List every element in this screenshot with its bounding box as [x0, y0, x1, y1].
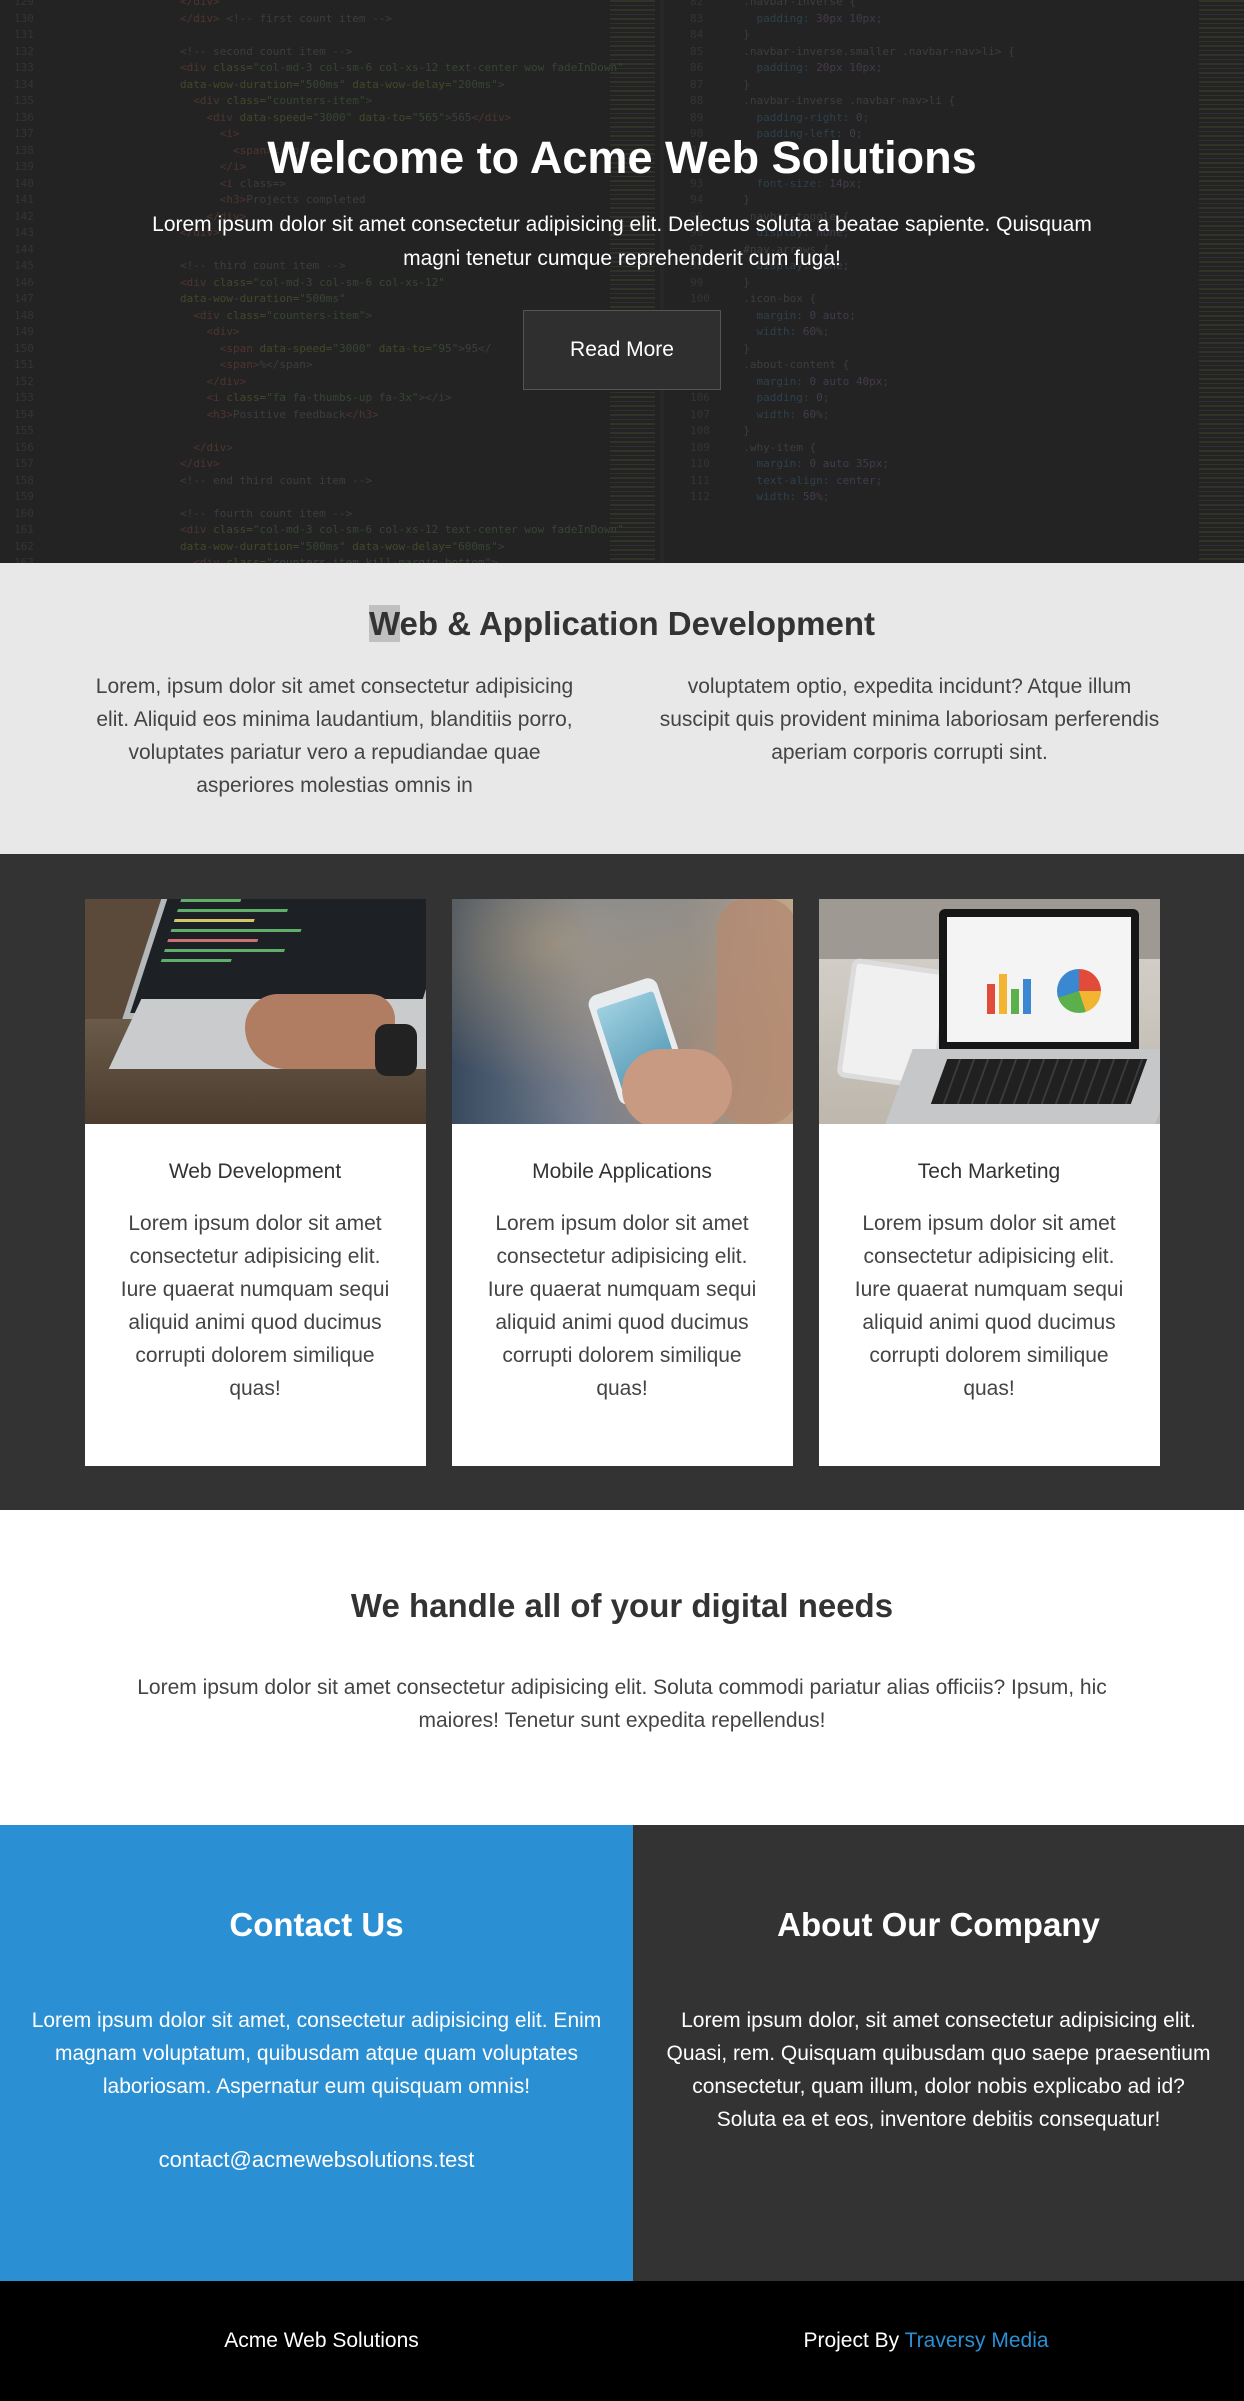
services-intro-heading: Web & Application Development: [0, 563, 1244, 648]
card-text: Lorem ipsum dolor sit amet consectetur a…: [120, 1212, 390, 1400]
selected-text-highlight: W: [368, 605, 400, 642]
card-mobile-applications: Mobile Applications Lorem ipsum dolor si…: [451, 899, 793, 1466]
services-intro-text-left: Lorem, ipsum dolor sit amet consectetur …: [95, 675, 574, 797]
smartphone-in-hands-image: [451, 899, 793, 1124]
digital-needs-section: We handle all of your digital needs Lore…: [0, 1510, 1244, 1825]
contact-panel: Contact Us Lorem ipsum dolor sit amet, c…: [0, 1825, 633, 2281]
about-text: Lorem ipsum dolor, sit amet consectetur …: [666, 2009, 1211, 2131]
contact-heading: Contact Us: [229, 1906, 404, 1943]
hero-content: Welcome to Acme Web Solutions Lorem ipsu…: [0, 0, 1244, 390]
card-title: Tech Marketing: [917, 1160, 1061, 1183]
footer-company: Acme Web Solutions: [224, 2329, 419, 2352]
services-intro-section: Web & Application Development Lorem, ips…: [0, 563, 1244, 854]
hero-title: Welcome to Acme Web Solutions: [267, 132, 977, 183]
card-web-development: Web Development Lorem ipsum dolor sit am…: [84, 899, 426, 1466]
laptop-coding-image: [84, 899, 426, 1124]
about-panel: About Our Company Lorem ipsum dolor, sit…: [633, 1825, 1244, 2281]
hero-section: 129 130 131 132 133 134 135 136 137 138 …: [0, 0, 1244, 563]
card-title: Web Development: [168, 1160, 342, 1183]
footer: Acme Web Solutions Project By Traversy M…: [0, 2281, 1244, 2401]
services-intro-columns: Lorem, ipsum dolor sit amet consectetur …: [77, 670, 1167, 802]
services-intro-heading-rest: eb & Application Development: [399, 605, 876, 642]
footer-project-by: Project By: [803, 2329, 900, 2352]
service-cards-section: Web Development Lorem ipsum dolor sit am…: [0, 854, 1244, 1510]
laptop-charts-image: [818, 899, 1160, 1124]
card-text: Lorem ipsum dolor sit amet consectetur a…: [487, 1212, 757, 1400]
services-intro-text-right: voluptatem optio, expedita incidunt? Atq…: [659, 675, 1160, 764]
digital-needs-text: Lorem ipsum dolor sit amet consectetur a…: [137, 1676, 1107, 1732]
contact-about-section: Contact Us Lorem ipsum dolor sit amet, c…: [0, 1825, 1244, 2281]
service-cards: Web Development Lorem ipsum dolor sit am…: [0, 899, 1244, 1466]
contact-email-link[interactable]: contact@acmewebsolutions.test: [0, 2147, 633, 2173]
card-text: Lorem ipsum dolor sit amet consectetur a…: [854, 1212, 1124, 1400]
card-title: Mobile Applications: [532, 1160, 712, 1183]
about-heading: About Our Company: [777, 1906, 1100, 1943]
card-tech-marketing: Tech Marketing Lorem ipsum dolor sit ame…: [818, 899, 1160, 1466]
contact-text: Lorem ipsum dolor sit amet, consectetur …: [31, 2009, 602, 2098]
footer-credit: Project By Traversy Media: [633, 2281, 1244, 2401]
read-more-button[interactable]: Read More: [523, 310, 721, 390]
traversy-media-link[interactable]: Traversy Media: [905, 2329, 1049, 2352]
hero-subtitle: Lorem ipsum dolor sit amet consectetur a…: [152, 213, 1092, 270]
digital-needs-heading: We handle all of your digital needs: [350, 1587, 894, 1624]
